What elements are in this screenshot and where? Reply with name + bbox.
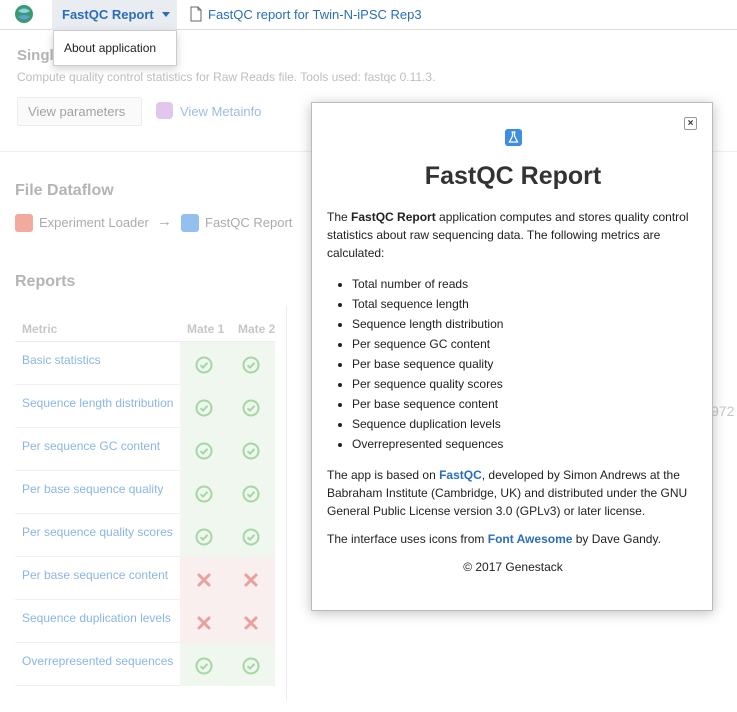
dataflow-title: File Dataflow	[15, 182, 114, 199]
view-parameters-label: View parameters	[28, 104, 126, 119]
reports-title: Reports	[15, 273, 76, 290]
table-row: Per sequence quality scores	[15, 514, 275, 557]
metrics-list: Total number of readsTotal sequence leng…	[327, 274, 699, 454]
mate1-status-cell[interactable]	[180, 342, 227, 385]
table-row: Sequence duplication levels	[15, 600, 275, 643]
dataflow-target-link[interactable]: FastQC Report	[205, 215, 292, 230]
icons-rest: by Dave Gandy.	[572, 532, 661, 546]
metric-list-item: Per sequence quality scores	[352, 374, 699, 394]
table-row: Basic statistics	[15, 342, 275, 385]
cross-icon	[195, 614, 213, 632]
cross-icon	[242, 571, 260, 589]
check-circle-icon	[195, 528, 213, 546]
side-number: 972	[711, 403, 735, 419]
copyright: © 2017 Genestack	[463, 560, 563, 574]
about-dialog: × FastQC Report The FastQC Report applic…	[311, 102, 713, 611]
dialog-title: FastQC Report	[424, 162, 602, 190]
check-circle-icon	[195, 399, 213, 417]
experiment-loader-icon	[15, 214, 33, 232]
dialog-body: The FastQC Report application computes a…	[327, 208, 699, 586]
intro-prefix: The	[327, 210, 352, 224]
dataflow-source-link[interactable]: Experiment Loader	[39, 215, 149, 230]
check-circle-icon	[195, 442, 213, 460]
mate1-status-cell[interactable]	[180, 385, 227, 428]
mate2-status-cell[interactable]	[227, 342, 275, 385]
cross-icon	[195, 571, 213, 589]
metric-link[interactable]: Sequence length distribution	[22, 396, 173, 410]
metric-link[interactable]: Sequence duplication levels	[22, 611, 171, 625]
icons-paragraph: The interface uses icons from Font Aweso…	[327, 530, 699, 548]
metric-list-item: Sequence duplication levels	[352, 414, 699, 434]
about-application-menu-item[interactable]: About application	[64, 41, 156, 55]
mate1-status-cell[interactable]	[180, 600, 227, 643]
check-circle-icon	[195, 485, 213, 503]
mate1-status-cell[interactable]	[180, 643, 227, 686]
table-row: Per sequence GC content	[15, 428, 275, 471]
mate2-status-cell[interactable]	[227, 600, 275, 643]
metric-list-item: Total sequence length	[352, 294, 699, 314]
intro-paragraph: The FastQC Report application computes a…	[327, 208, 699, 262]
icons-prefix: The interface uses icons from	[327, 532, 488, 546]
font-awesome-link[interactable]: Font Awesome	[488, 532, 573, 546]
view-metainfo-link[interactable]: View Metainfo	[180, 104, 261, 119]
page-title: Singl	[17, 47, 54, 64]
based-prefix: The app is based on	[327, 468, 440, 482]
flask-icon	[505, 129, 522, 146]
metric-list-item: Total number of reads	[352, 274, 699, 294]
metric-list-item: Sequence length distribution	[352, 314, 699, 334]
check-circle-icon	[195, 356, 213, 374]
app-menu-dropdown: About application	[53, 30, 177, 66]
metric-list-item: Overrepresented sequences	[352, 434, 699, 454]
check-circle-icon	[242, 485, 260, 503]
check-circle-icon	[242, 528, 260, 546]
intro-app-name: FastQC Report	[351, 210, 436, 224]
metric-link[interactable]: Per base sequence content	[22, 568, 168, 582]
metric-link[interactable]: Per sequence quality scores	[22, 525, 173, 539]
table-row: Per base sequence quality	[15, 471, 275, 514]
table-row: Overrepresented sequences	[15, 643, 275, 686]
column-header-metric: Metric	[22, 322, 58, 336]
metric-link[interactable]: Per base sequence quality	[22, 482, 163, 496]
mate2-status-cell[interactable]	[227, 643, 275, 686]
table-row: Per base sequence content	[15, 557, 275, 600]
mate2-status-cell[interactable]	[227, 385, 275, 428]
column-header-mate2: Mate 2	[238, 322, 276, 336]
close-icon[interactable]: ×	[684, 117, 697, 130]
mate1-status-cell[interactable]	[180, 428, 227, 471]
mate1-status-cell[interactable]	[180, 557, 227, 600]
check-circle-icon	[242, 442, 260, 460]
cross-icon	[242, 614, 260, 632]
fastqc-link[interactable]: FastQC	[439, 468, 482, 482]
metric-list-item: Per sequence GC content	[352, 334, 699, 354]
based-paragraph: The app is based on FastQC, developed by…	[327, 466, 699, 520]
mate2-status-cell[interactable]	[227, 557, 275, 600]
page-description: Compute quality control statistics for R…	[17, 70, 436, 84]
metric-link[interactable]: Overrepresented sequences	[22, 654, 173, 668]
mate2-status-cell[interactable]	[227, 514, 275, 557]
arrow-right-icon: →	[157, 213, 172, 230]
column-header-mate1: Mate 1	[187, 322, 225, 336]
check-circle-icon	[242, 399, 260, 417]
metric-link[interactable]: Per sequence GC content	[22, 439, 160, 453]
view-parameters-button[interactable]: View parameters	[17, 97, 142, 126]
check-circle-icon	[195, 657, 213, 675]
vertical-divider	[286, 305, 287, 700]
mate2-status-cell[interactable]	[227, 471, 275, 514]
fastqc-report-icon	[181, 214, 199, 232]
metric-list-item: Per base sequence quality	[352, 354, 699, 374]
check-circle-icon	[242, 657, 260, 675]
check-circle-icon	[242, 356, 260, 374]
mate2-status-cell[interactable]	[227, 428, 275, 471]
mate1-status-cell[interactable]	[180, 514, 227, 557]
mate1-status-cell[interactable]	[180, 471, 227, 514]
metric-link[interactable]: Basic statistics	[22, 353, 101, 367]
metainfo-icon[interactable]	[156, 102, 173, 119]
table-row: Sequence length distribution	[15, 385, 275, 428]
metric-list-item: Per base sequence content	[352, 394, 699, 414]
